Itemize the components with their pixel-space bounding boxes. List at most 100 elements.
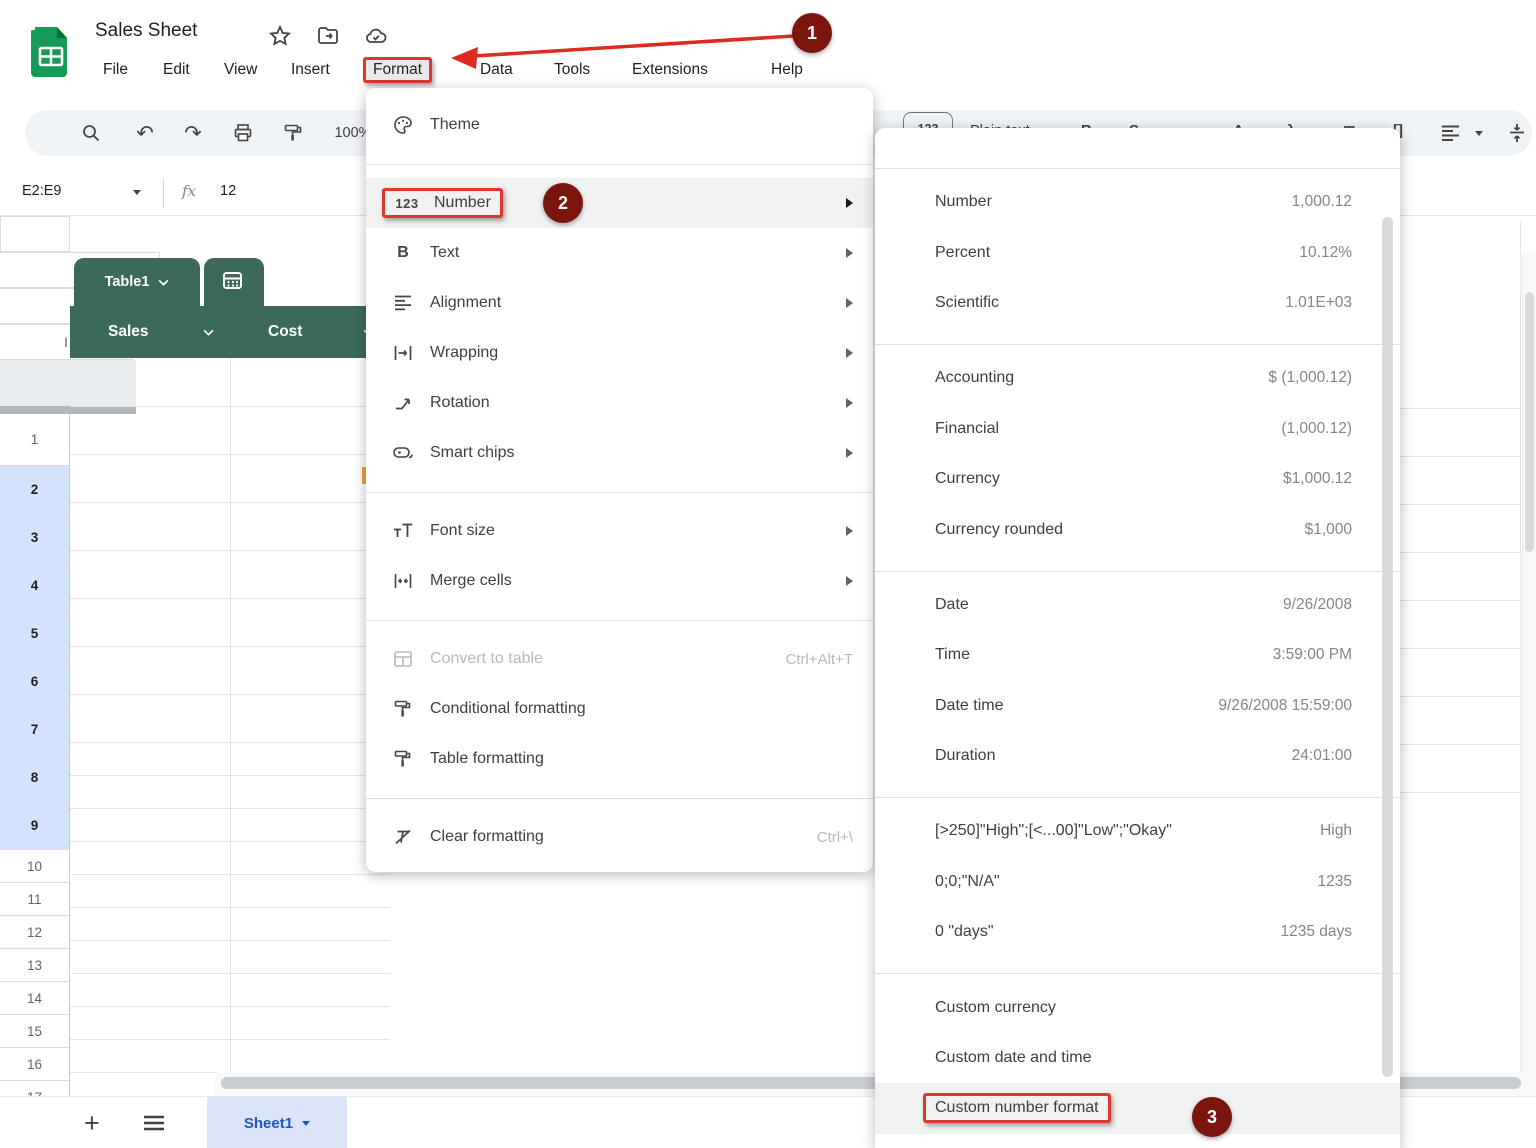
- menu-edit[interactable]: Edit: [155, 57, 198, 83]
- add-sheet-button[interactable]: +: [84, 1097, 100, 1148]
- table-header-sales[interactable]: Sales: [70, 306, 230, 358]
- grid-corner[interactable]: [0, 216, 70, 252]
- format-menu-item-number[interactable]: 123Number: [366, 178, 873, 228]
- format-menu-item-clear-formatting[interactable]: Clear formattingCtrl+\: [366, 812, 873, 862]
- number-menu-item-percent[interactable]: Percent10.12%: [875, 227, 1400, 277]
- name-box-caret-icon[interactable]: [133, 190, 141, 195]
- number-menu-item-currency-rounded[interactable]: Currency rounded$1,000: [875, 504, 1400, 554]
- menu-item-label: Clear formatting: [430, 828, 544, 846]
- paint-format-icon[interactable]: [275, 110, 311, 156]
- row-header-13[interactable]: 13: [0, 949, 70, 982]
- gridline: [1400, 456, 1520, 457]
- format-menu-item-theme[interactable]: Theme: [366, 100, 873, 150]
- format-menu-item-text[interactable]: BText: [366, 228, 873, 278]
- vertical-scrollbar[interactable]: [1525, 292, 1534, 552]
- menu-item-label: Merge cells: [430, 572, 512, 590]
- number-menu-item-date-time[interactable]: Date time9/26/2008 15:59:00: [875, 681, 1400, 731]
- cloud-check-icon[interactable]: [364, 24, 388, 48]
- menu-tools[interactable]: Tools: [546, 57, 598, 83]
- format-menu-item-smart-chips[interactable]: Smart chips: [366, 428, 873, 478]
- clear-format-icon: [390, 829, 416, 845]
- row-header-5[interactable]: 5: [0, 610, 70, 658]
- menu-data[interactable]: Data: [472, 57, 521, 83]
- row-header-15[interactable]: 15: [0, 1015, 70, 1048]
- format-example-value: $1,000.12: [1283, 470, 1352, 488]
- number-menu-item-custom-currency[interactable]: Custom currency: [875, 982, 1400, 1032]
- format-menu-item-wrapping[interactable]: Wrapping: [366, 328, 873, 378]
- number-menu-item-currency[interactable]: Currency$1,000.12: [875, 454, 1400, 504]
- menu-view[interactable]: View: [216, 57, 265, 83]
- menu-divider: [875, 168, 1400, 169]
- format-menu-item-rotation[interactable]: Rotation: [366, 378, 873, 428]
- menu-insert[interactable]: Insert: [283, 57, 338, 83]
- format-menu-item-table-formatting[interactable]: Table formatting: [366, 734, 873, 784]
- row-header-7[interactable]: 7: [0, 706, 70, 754]
- table-name-tab[interactable]: Table1: [74, 258, 200, 306]
- number-menu-item-duration[interactable]: Duration24:01:00: [875, 731, 1400, 781]
- table-menu-tab[interactable]: [204, 258, 264, 306]
- format-example-value: 9/26/2008 15:59:00: [1218, 697, 1352, 715]
- table-name: Table1: [105, 274, 150, 290]
- font-size-icon: [390, 523, 416, 539]
- google-sheets-app: Sales Sheet File Edit View Insert Format Data…: [0, 0, 1536, 1148]
- undo-icon[interactable]: ↶: [127, 110, 163, 156]
- format-example-value: $ (1,000.12): [1268, 369, 1352, 387]
- format-menu-item-font-size[interactable]: Font size: [366, 506, 873, 556]
- menu-item-label: Accounting: [935, 369, 1014, 387]
- row-header-16[interactable]: 16: [0, 1048, 70, 1081]
- format-menu-item-merge-cells[interactable]: Merge cells: [366, 556, 873, 606]
- document-title[interactable]: Sales Sheet: [95, 20, 197, 42]
- number-menu-item-custom-number-format[interactable]: Custom number format: [875, 1083, 1400, 1133]
- row-header-12[interactable]: 12: [0, 916, 70, 949]
- gridline: [1400, 696, 1520, 697]
- frozen-row-divider-right: [0, 406, 136, 414]
- vertical-align-icon[interactable]: [1497, 110, 1536, 156]
- menu-item-label: Text: [430, 244, 459, 262]
- row-header-14[interactable]: 14: [0, 982, 70, 1015]
- submenu-arrow-icon: [846, 198, 853, 208]
- number-menu-item-time[interactable]: Time3:59:00 PM: [875, 630, 1400, 680]
- number-menu-item-250-high-00-low-okay[interactable]: [>250]"High";[<...00]"Low";"Okay"High: [875, 806, 1400, 856]
- row-header-1[interactable]: 1: [0, 414, 70, 466]
- name-box[interactable]: E2:E9: [22, 183, 62, 199]
- sheet-tab-sheet1[interactable]: Sheet1: [207, 1097, 347, 1148]
- menu-item-label: Convert to table: [430, 650, 543, 668]
- row-header-11[interactable]: 11: [0, 883, 70, 916]
- move-folder-icon[interactable]: [316, 24, 340, 48]
- menu-extensions[interactable]: Extensions: [624, 57, 716, 83]
- formula-input[interactable]: 12: [220, 183, 236, 199]
- row-header-3[interactable]: 3: [0, 514, 70, 562]
- row-header-4[interactable]: 4: [0, 562, 70, 610]
- menu-format[interactable]: Format: [363, 57, 432, 83]
- star-icon[interactable]: [268, 24, 292, 48]
- row-header-6[interactable]: 6: [0, 658, 70, 706]
- number-submenu: Number1,000.12Percent10.12%Scientific1.0…: [875, 128, 1400, 1148]
- row-header-2[interactable]: 2: [0, 466, 70, 514]
- number-menu-item-0-days[interactable]: 0 "days"1235 days: [875, 907, 1400, 957]
- search-icon[interactable]: [73, 110, 109, 156]
- gridline: [1400, 408, 1520, 409]
- number-menu-item-custom-date-and-time[interactable]: Custom date and time: [875, 1033, 1400, 1083]
- number-menu-item-number[interactable]: Number1,000.12: [875, 177, 1400, 227]
- row-header-8[interactable]: 8: [0, 754, 70, 802]
- number-menu-item-accounting[interactable]: Accounting $ (1,000.12): [875, 353, 1400, 403]
- menu-divider: [875, 797, 1400, 798]
- menu-help[interactable]: Help: [763, 57, 811, 83]
- format-menu-item-convert-to-table[interactable]: Convert to tableCtrl+Alt+T: [366, 634, 873, 684]
- number-menu-item-scientific[interactable]: Scientific1.01E+03: [875, 278, 1400, 328]
- all-sheets-button[interactable]: [143, 1097, 165, 1148]
- format-menu-item-conditional-formatting[interactable]: Conditional formatting: [366, 684, 873, 734]
- menu-item-label: Conditional formatting: [430, 700, 586, 718]
- horizontal-align-icon[interactable]: [1430, 110, 1470, 156]
- number-menu-item-financial[interactable]: Financial(1,000.12): [875, 404, 1400, 454]
- redo-icon[interactable]: ↷: [175, 110, 211, 156]
- number-menu-item-date[interactable]: Date9/26/2008: [875, 580, 1400, 630]
- format-menu-item-alignment[interactable]: Alignment: [366, 278, 873, 328]
- row-header-10[interactable]: 10: [0, 850, 70, 883]
- number-menu-item-0-0-n-a[interactable]: 0;0;"N/A"1235: [875, 857, 1400, 907]
- row-header-9[interactable]: 9: [0, 802, 70, 850]
- submenu-scrollbar[interactable]: [1382, 217, 1393, 1077]
- print-icon[interactable]: [225, 110, 261, 156]
- menu-file[interactable]: File: [95, 57, 136, 83]
- rotate-text-icon: [390, 395, 416, 411]
